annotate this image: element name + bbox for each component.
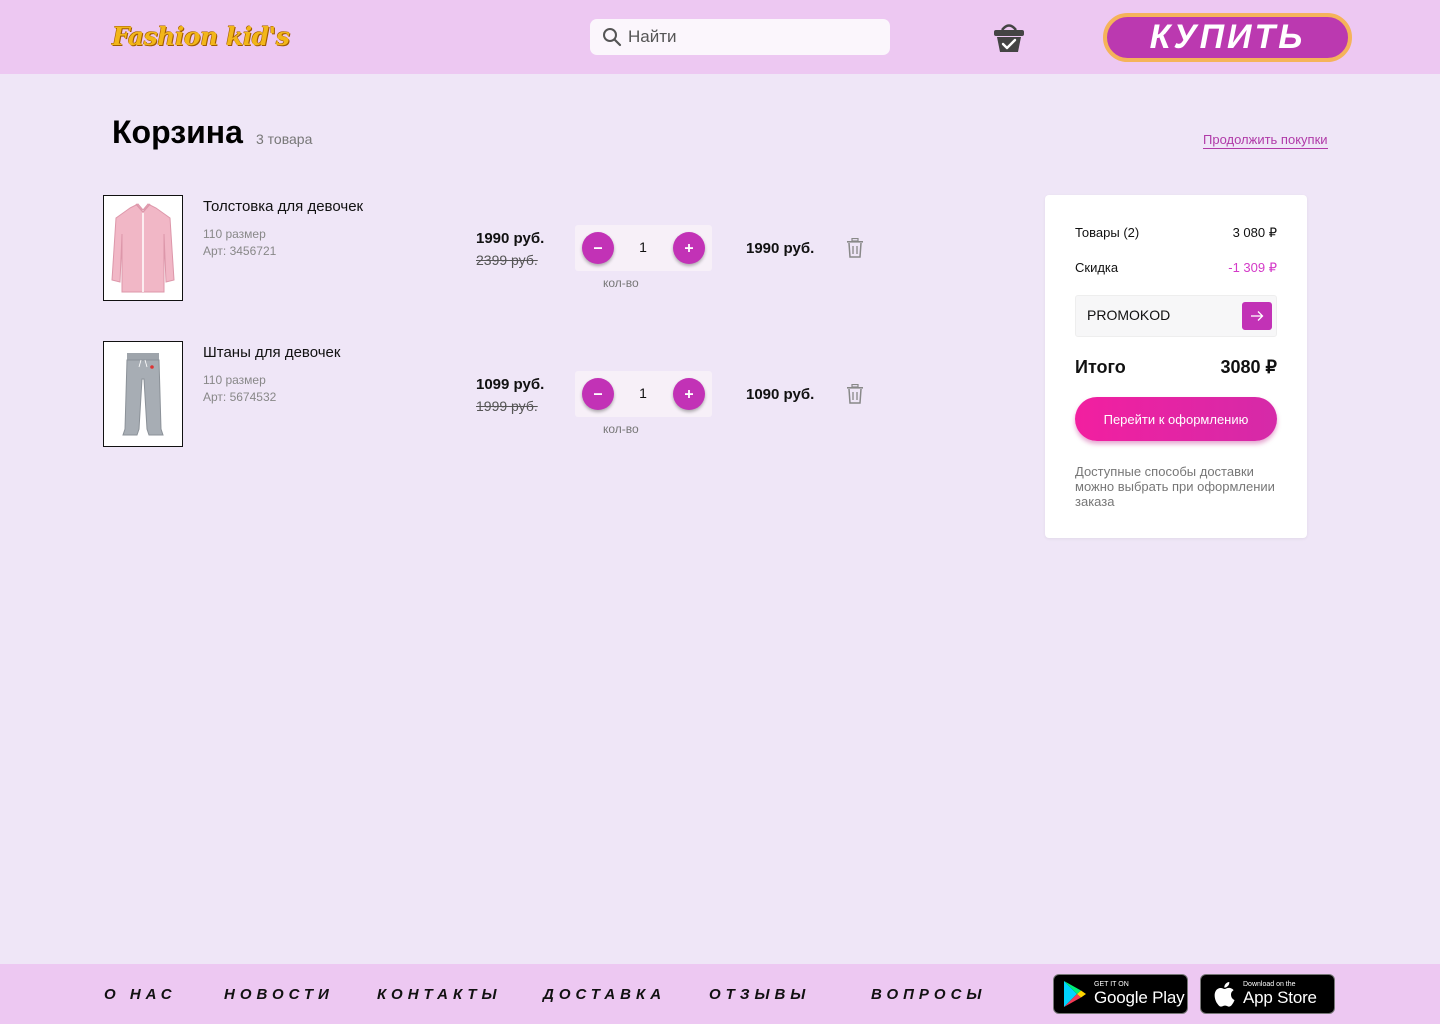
cart-item: Штаны для девочек 110 размер Арт: 567453…: [103, 341, 883, 447]
plus-icon: [685, 390, 693, 398]
product-image-hoodie[interactable]: [103, 195, 183, 301]
discount-label: Скидка: [1075, 260, 1119, 275]
continue-shopping-link[interactable]: Продолжить покупки: [1203, 132, 1328, 149]
app-store-big-text: App Store: [1243, 988, 1317, 1007]
old-price: 1999 руб.: [476, 398, 538, 414]
line-total: 1090 руб.: [746, 386, 815, 403]
quantity-stepper: 1: [575, 225, 712, 271]
footer-link-faq[interactable]: ВОПРОСЫ: [871, 986, 986, 1003]
product-article: Арт: 5674532: [203, 390, 277, 404]
product-name[interactable]: Штаны для девочек: [203, 344, 340, 361]
apple-icon: [1214, 982, 1235, 1007]
cart-item: Толстовка для девочек 110 размер Арт: 34…: [103, 195, 883, 301]
search-input[interactable]: [628, 27, 868, 47]
quantity-label: кол-во: [603, 422, 639, 436]
goods-label: Товары (2): [1075, 225, 1140, 240]
google-play-big-text: Google Play: [1094, 988, 1185, 1007]
google-play-text: GET IT ON Google Play: [1094, 981, 1185, 1007]
promo-input[interactable]: [1087, 307, 1237, 323]
old-price: 2399 руб.: [476, 252, 538, 268]
line-total: 1990 руб.: [746, 240, 815, 257]
checkout-button[interactable]: Перейти к оформлению: [1075, 397, 1277, 441]
google-play-badge[interactable]: GET IT ON Google Play: [1053, 974, 1188, 1014]
total-value: 3080 ₽: [1220, 357, 1278, 377]
quantity-increase-button[interactable]: [673, 232, 705, 264]
footer: О НАС НОВОСТИ КОНТАКТЫ ДОСТАВКА ОТЗЫВЫ В…: [0, 964, 1440, 1024]
trash-icon[interactable]: [846, 384, 864, 404]
google-play-icon: [1064, 981, 1086, 1007]
unit-price: 1099 руб.: [476, 376, 545, 393]
app-store-badge[interactable]: Download on the App Store: [1200, 974, 1335, 1014]
product-size: 110 размер: [203, 227, 266, 241]
product-article: Арт: 3456721: [203, 244, 277, 258]
total-label: Итого: [1075, 357, 1126, 377]
footer-link-contacts[interactable]: КОНТАКТЫ: [377, 986, 502, 1003]
pants-image: [122, 353, 164, 436]
footer-link-delivery[interactable]: ДОСТАВКА: [543, 986, 666, 1003]
discount-value: -1 309 ₽: [1228, 260, 1277, 275]
buy-button[interactable]: КУПИТЬ: [1103, 13, 1352, 62]
delivery-note: Доступные способы доставки можно выбрать…: [1075, 464, 1275, 509]
search-bar[interactable]: [590, 19, 890, 55]
trash-icon[interactable]: [846, 238, 864, 258]
basket-icon[interactable]: [992, 20, 1026, 54]
discount-row: Скидка -1 309 ₽: [1075, 260, 1277, 276]
app-store-text: Download on the App Store: [1243, 981, 1317, 1007]
unit-price: 1990 руб.: [476, 230, 545, 247]
quantity-label: кол-во: [603, 276, 639, 290]
hoodie-image: [111, 203, 175, 293]
quantity-increase-button[interactable]: [673, 378, 705, 410]
footer-link-reviews[interactable]: ОТЗЫВЫ: [709, 986, 810, 1003]
total-row: Итого 3080 ₽: [1075, 357, 1277, 378]
search-icon: [603, 28, 622, 47]
goods-value: 3 080 ₽: [1232, 225, 1277, 240]
footer-link-news[interactable]: НОВОСТИ: [224, 986, 334, 1003]
quantity-value[interactable]: 1: [631, 239, 655, 255]
product-size: 110 размер: [203, 373, 266, 387]
quantity-stepper: 1: [575, 371, 712, 417]
quantity-decrease-button[interactable]: [582, 232, 614, 264]
promo-apply-button[interactable]: [1242, 302, 1272, 330]
product-image-pants[interactable]: [103, 341, 183, 447]
page-title: Корзина: [112, 114, 243, 150]
footer-link-about[interactable]: О НАС: [104, 986, 177, 1003]
promo-field: [1075, 295, 1277, 337]
minus-icon: [594, 247, 602, 249]
quantity-decrease-button[interactable]: [582, 378, 614, 410]
order-summary: Товары (2) 3 080 ₽ Скидка -1 309 ₽ Итого…: [1045, 195, 1307, 538]
item-count: 3 товара: [256, 131, 313, 147]
product-name[interactable]: Толстовка для девочек: [203, 198, 363, 215]
goods-row: Товары (2) 3 080 ₽: [1075, 225, 1277, 241]
plus-icon: [685, 244, 693, 252]
quantity-value[interactable]: 1: [631, 385, 655, 401]
header: Fashion kid's КУПИТЬ: [0, 0, 1440, 74]
minus-icon: [594, 393, 602, 395]
arrow-right-icon: [1251, 311, 1264, 321]
logo[interactable]: Fashion kid's: [112, 22, 290, 51]
